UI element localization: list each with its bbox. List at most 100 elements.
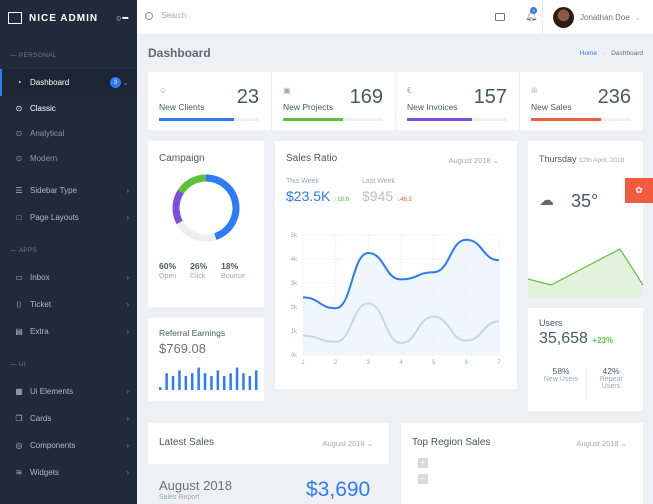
- referral-bar: [178, 370, 181, 390]
- user-menu[interactable]: Jonathan Doe ⌄: [542, 0, 641, 35]
- referral-bars: [159, 367, 258, 390]
- user-name: Jonathan Doe: [580, 13, 630, 22]
- referral-bar: [242, 373, 245, 390]
- stat-value: 157: [473, 86, 507, 108]
- card-title: Top Region Sales: [412, 437, 491, 448]
- month-dropdown[interactable]: August 2018 ⌄: [449, 156, 500, 165]
- referral-bar: [210, 376, 213, 390]
- sidebar-item-widgets[interactable]: ≋ Widgets ›: [0, 459, 137, 486]
- sliders-icon: ☰: [15, 186, 23, 195]
- circle-dot-icon: ⊙: [15, 154, 23, 163]
- gauge-icon: ◔: [16, 78, 22, 87]
- stat-card: ılı New Sales 236: [520, 72, 643, 130]
- toggle-sidebar-icon[interactable]: ○━: [116, 13, 129, 24]
- month-dropdown[interactable]: August 2018 ⌄: [323, 439, 374, 448]
- chevron-right-icon: ›: [126, 327, 129, 336]
- chevron-right-icon: ›: [126, 273, 129, 282]
- euro-icon: €: [407, 86, 412, 95]
- referral-bar: [203, 373, 207, 390]
- stat-card: ☺ New Clients 23: [148, 72, 271, 130]
- stat-label: New Clients: [159, 102, 205, 112]
- label: Sidebar Type: [30, 186, 77, 195]
- sidebar-item-sidebar-type[interactable]: ☰ Sidebar Type ›: [0, 177, 137, 204]
- label: Ui Elements: [30, 387, 74, 396]
- referral-bar: [255, 370, 258, 390]
- chevron-right-icon: ›: [126, 186, 129, 195]
- referral-bar: [184, 376, 188, 390]
- month-dropdown[interactable]: August 2018 ⌄: [577, 439, 628, 448]
- sidebar-item-analytical[interactable]: ⊙ Analytical: [0, 121, 137, 146]
- avatar: [553, 7, 574, 28]
- sidebar-item-page-layouts[interactable]: □ Page Layouts ›: [0, 204, 137, 231]
- x-tick-label: 5: [432, 360, 436, 366]
- sidebar-item-ui-elements[interactable]: ▦ Ui Elements ›: [0, 378, 137, 405]
- y-tick-label: 3k: [291, 281, 298, 287]
- stat-progress: [283, 118, 383, 121]
- slice-click: [177, 174, 207, 194]
- temperature: 35°: [571, 191, 599, 211]
- sidebar-item-components[interactable]: ◎ Components ›: [0, 432, 137, 459]
- divider: [586, 368, 587, 400]
- target-icon: ◎: [15, 441, 23, 450]
- weather-card: Thursday 12th April, 2018 ☁︎ 35°: [528, 141, 643, 297]
- card-title: Campaign: [159, 153, 205, 164]
- settings-gear-icon[interactable]: ✿: [625, 178, 653, 203]
- sidebar-item-inbox[interactable]: ▭ Inbox ›: [0, 264, 137, 291]
- sidebar-item-modern[interactable]: ⊙ Modern: [0, 146, 137, 171]
- label: Modern: [30, 154, 58, 163]
- sales-report-label: Sales Report: [159, 494, 200, 501]
- sidebar-item-ticket[interactable]: ⌷ Ticket ›: [0, 291, 137, 318]
- square-icon: □: [16, 213, 22, 222]
- map-zoom-out-button[interactable]: −: [418, 474, 428, 484]
- y-tick-label: 4k: [291, 257, 298, 263]
- notification-badge: 3: [530, 7, 537, 14]
- inbox-icon: ▭: [15, 273, 23, 282]
- breadcrumb-home[interactable]: Home: [580, 50, 597, 57]
- map-zoom-in-button[interactable]: +: [418, 458, 428, 468]
- referral-bar: [235, 367, 239, 390]
- referral-bar: [165, 373, 168, 390]
- label: Extra: [30, 327, 49, 336]
- stat-value: 169: [349, 86, 383, 108]
- label: Cards: [30, 414, 52, 423]
- weather-area: [528, 249, 643, 297]
- referral-bar: [223, 376, 226, 390]
- breadcrumb: Home › Dashboard: [579, 50, 643, 57]
- new-users: 58% New Users: [543, 366, 579, 383]
- search-input[interactable]: Search: [145, 11, 186, 20]
- y-tick-label: 1k: [291, 329, 298, 335]
- stat-progress: [159, 118, 259, 121]
- chevron-down-icon: ⌄: [634, 14, 641, 22]
- mail-icon[interactable]: [495, 13, 505, 21]
- sidebar-item-cards[interactable]: ❐ Cards ›: [0, 405, 137, 432]
- section-apps: — APPS: [10, 247, 38, 254]
- stat-progress: [407, 118, 507, 121]
- sales-amount: $3,690: [306, 478, 371, 501]
- chevron-right-icon: ›: [126, 213, 129, 222]
- logo[interactable]: NICE ADMIN ○━: [0, 0, 137, 36]
- page-title: Dashboard: [148, 46, 211, 60]
- chevron-right-icon: ›: [126, 414, 129, 423]
- sidebar-item-classic[interactable]: ⊙ Classic: [0, 96, 137, 121]
- x-tick-label: 7: [497, 360, 501, 366]
- list-icon: ▦: [15, 387, 23, 396]
- bar-chart-icon: ılı: [531, 86, 538, 95]
- referral-bar: [248, 376, 252, 390]
- section-personal: — PERSONAL: [10, 52, 57, 59]
- sidebar-item-dashboard[interactable]: ◔ Dashboard 3 ⌄: [0, 69, 137, 96]
- logo-icon: [8, 12, 22, 24]
- label: Classic: [30, 104, 56, 113]
- stat-progress: [531, 118, 631, 121]
- weather-chart: [528, 248, 643, 297]
- sidebar-item-extra[interactable]: ▤ Extra ›: [0, 318, 137, 345]
- chevron-down-icon: ⌄: [122, 78, 129, 87]
- campaign-open: 60% Open: [159, 261, 177, 280]
- stat-value: 23: [236, 86, 259, 108]
- y-tick-label: 5k: [291, 233, 298, 239]
- search-placeholder: Search: [161, 11, 187, 20]
- bell-icon[interactable]: 🔔︎ 3: [525, 7, 538, 22]
- label: Dashboard: [30, 78, 70, 87]
- latest-sales-card: Latest Sales August 2018 ⌄: [148, 423, 389, 464]
- card-title: Referral Earnings: [159, 328, 226, 338]
- label: Page Layouts: [30, 213, 79, 222]
